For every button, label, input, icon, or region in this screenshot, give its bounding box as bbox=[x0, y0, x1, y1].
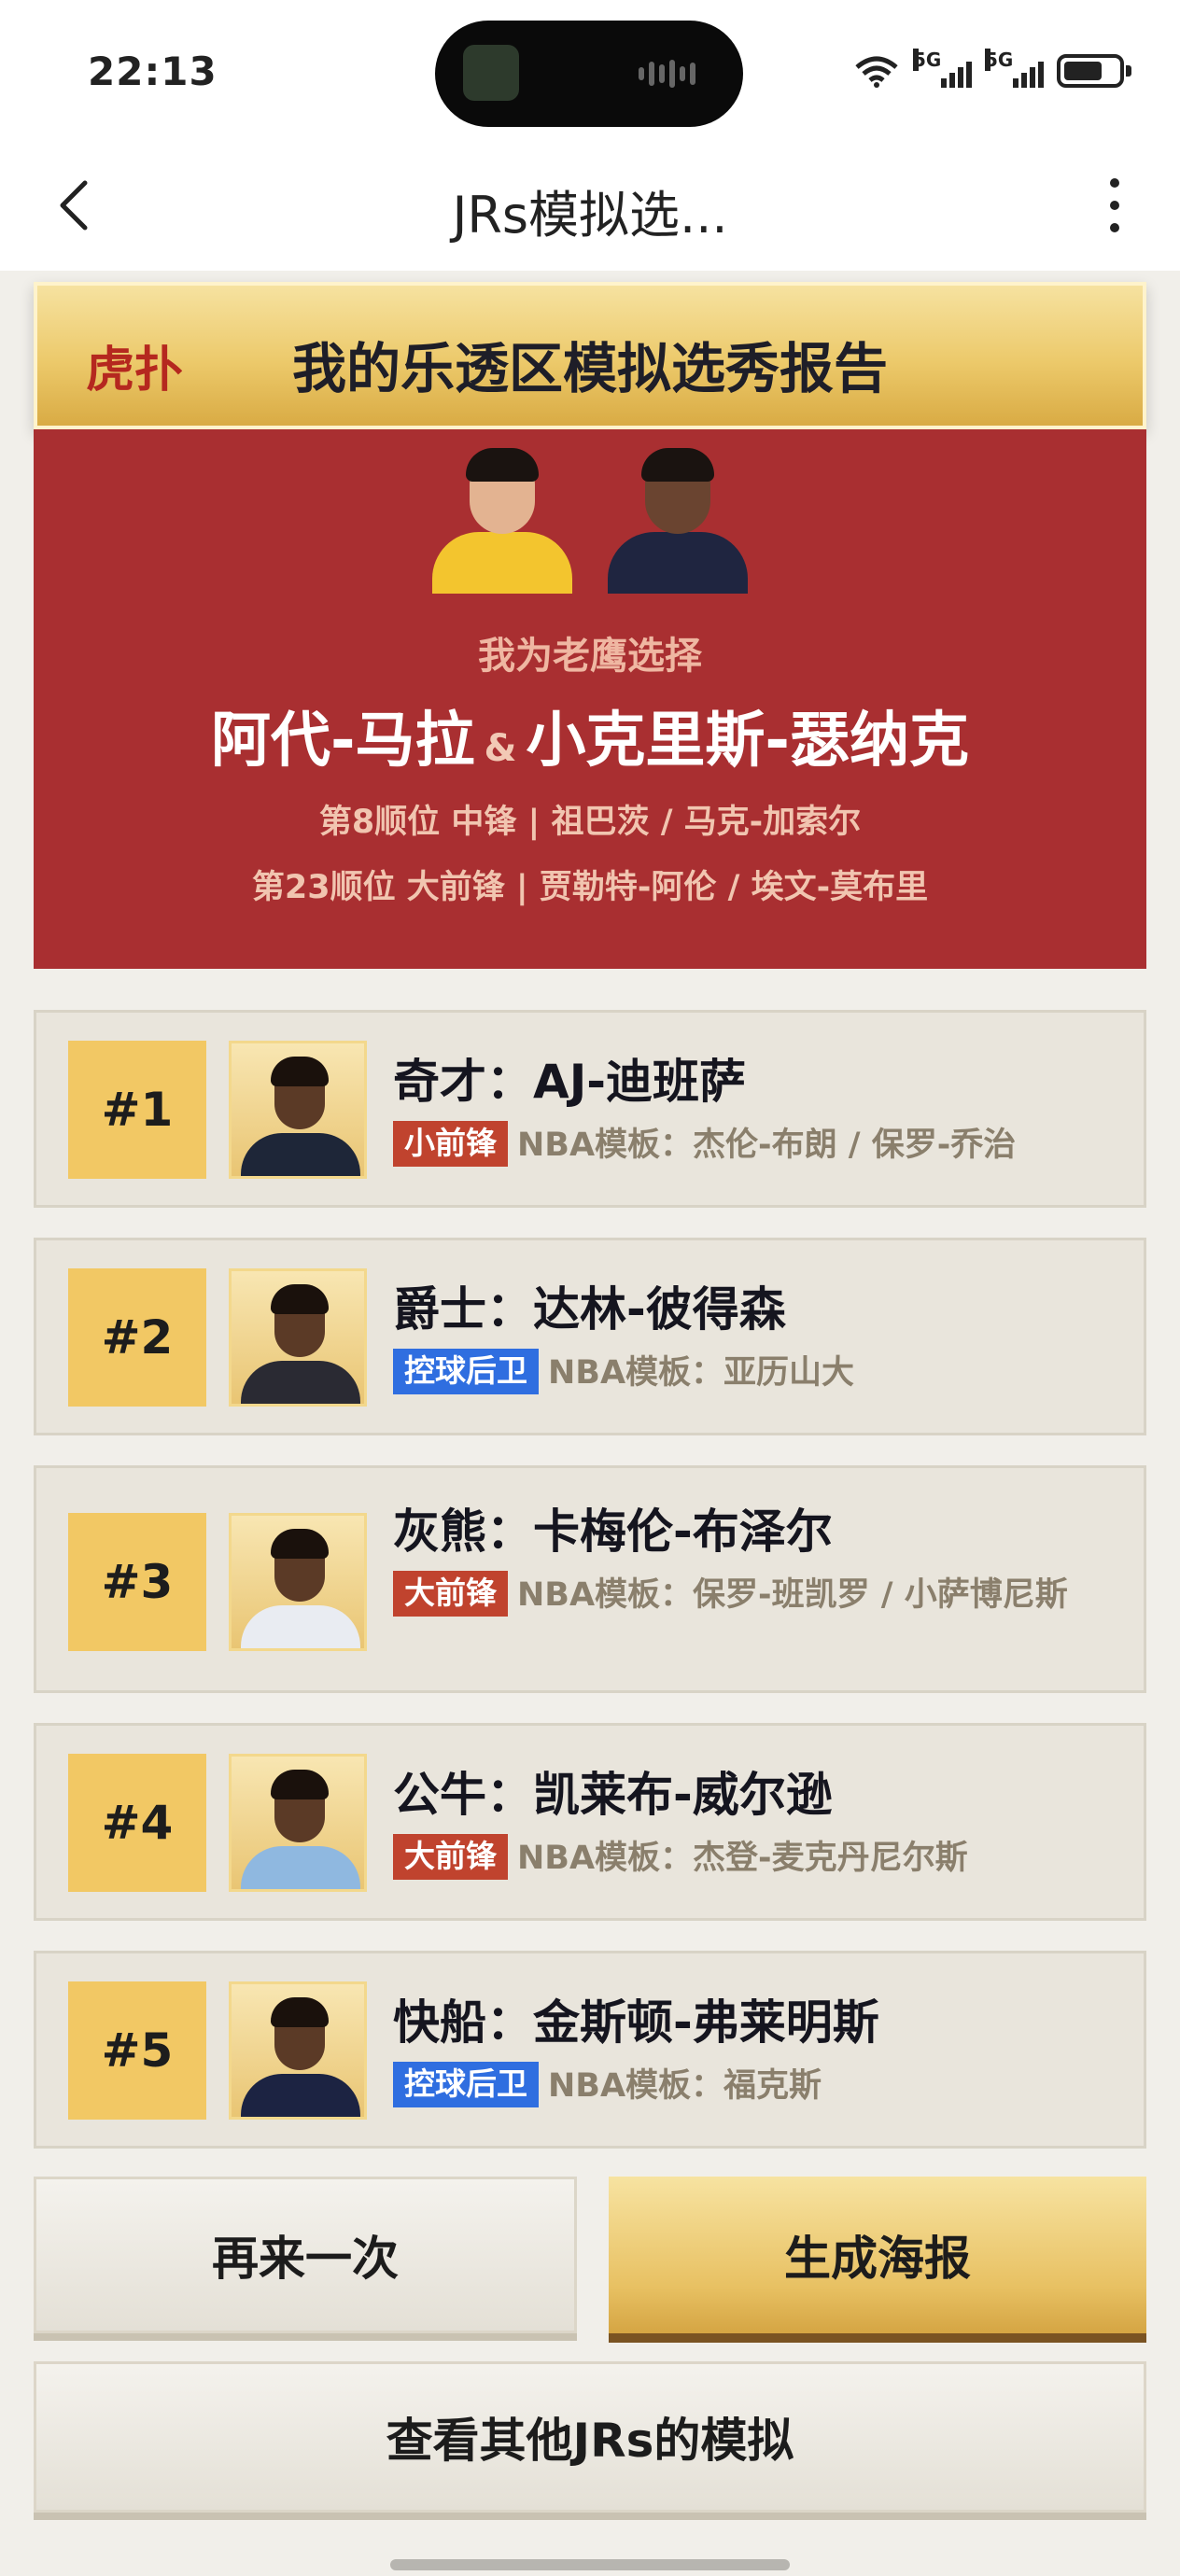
page-title: JRs模拟选... bbox=[452, 186, 728, 245]
pick-meta: 控球后卫 NBA模板：福克斯 bbox=[393, 2062, 1121, 2108]
rank-badge: #2 bbox=[68, 1268, 206, 1407]
picked-player-2: 小克里斯-瑟纳克 bbox=[526, 707, 969, 776]
picked-player-1: 阿代-马拉 bbox=[210, 707, 475, 776]
player-photo bbox=[229, 1268, 367, 1407]
nba-template: NBA模板：福克斯 bbox=[548, 2067, 822, 2105]
pick-info: 快船：金斯顿-弗莱明斯 控球后卫 NBA模板：福克斯 bbox=[393, 1995, 1121, 2108]
signal-5g-1-icon: 5G bbox=[913, 49, 972, 88]
more-options-button[interactable] bbox=[1087, 168, 1143, 243]
pick-detail-1: 第8顺位 中锋 | 祖巴茨 / 马克-加索尔 bbox=[318, 804, 862, 841]
battery-icon bbox=[1057, 54, 1131, 88]
pick-subtitle: 我为老鹰选择 bbox=[478, 635, 702, 678]
position-tag: 大前锋 bbox=[393, 1834, 508, 1880]
player-photo bbox=[229, 1754, 367, 1892]
pick-headshots bbox=[34, 446, 1146, 594]
view-others-button[interactable]: 查看其他JRs的模拟 bbox=[34, 2361, 1146, 2513]
position-tag: 控球后卫 bbox=[393, 1349, 539, 1394]
pick-meta: 控球后卫 NBA模板：亚历山大 bbox=[393, 1349, 1121, 1395]
pick-card-5[interactable]: #5 快船：金斯顿-弗莱明斯 控球后卫 NBA模板：福克斯 bbox=[34, 1951, 1146, 2149]
pick-info: 奇才：AJ-迪班萨 小前锋 NBA模板：杰伦-布朗 / 保罗-乔治 bbox=[393, 1054, 1121, 1168]
ampersand: & bbox=[484, 727, 517, 770]
report-banner: 虎扑 我的乐透区模拟选秀报告 bbox=[34, 282, 1146, 429]
position-tag: 控球后卫 bbox=[393, 2062, 539, 2107]
rank-badge: #3 bbox=[68, 1513, 206, 1651]
player-photo bbox=[229, 1041, 367, 1179]
player-headshot bbox=[427, 446, 578, 594]
player-photo bbox=[229, 1981, 367, 2120]
picked-players: 阿代-马拉 & 小克里斯-瑟纳克 bbox=[34, 693, 1146, 778]
pick-detail-2: 第23顺位 大前锋 | 贾勒特-阿伦 / 埃文-莫布里 bbox=[251, 869, 929, 906]
pick-card-1[interactable]: #1 奇才：AJ-迪班萨 小前锋 NBA模板：杰伦-布朗 / 保罗-乔治 bbox=[34, 1010, 1146, 1208]
player-headshot bbox=[602, 446, 753, 594]
home-indicator[interactable] bbox=[390, 2559, 790, 2570]
camera-icon bbox=[463, 45, 519, 101]
pick-card-2[interactable]: #2 爵士：达林-彼得森 控球后卫 NBA模板：亚历山大 bbox=[34, 1238, 1146, 1435]
nba-template: NBA模板：杰登-麦克丹尼尔斯 bbox=[517, 1840, 968, 1877]
status-bar: 22:13 5G 5G bbox=[0, 0, 1180, 140]
pick-meta: 小前锋 NBA模板：杰伦-布朗 / 保罗-乔治 bbox=[393, 1121, 1121, 1168]
nba-template: NBA模板：杰伦-布朗 / 保罗-乔治 bbox=[517, 1127, 1017, 1164]
dynamic-island bbox=[435, 21, 743, 127]
pick-meta: 大前锋 NBA模板：保罗-班凯罗 / 小萨博尼斯 bbox=[393, 1571, 1121, 1617]
signal-5g-2-icon: 5G bbox=[985, 49, 1044, 88]
audio-wave-icon bbox=[639, 58, 704, 90]
report-title: 我的乐透区模拟选秀报告 bbox=[291, 337, 888, 400]
pick-card-3[interactable]: #3 灰熊：卡梅伦-布泽尔 大前锋 NBA模板：保罗-班凯罗 / 小萨博尼斯 bbox=[34, 1465, 1146, 1693]
clock: 22:13 bbox=[88, 49, 218, 94]
player-name: 公牛：凯莱布-威尔逊 bbox=[393, 1768, 833, 1822]
player-name: 快船：金斯顿-弗莱明斯 bbox=[393, 1995, 879, 2050]
player-photo bbox=[229, 1513, 367, 1651]
system-icons: 5G 5G bbox=[853, 49, 1131, 93]
pick-info: 爵士：达林-彼得森 控球后卫 NBA模板：亚历山大 bbox=[393, 1281, 1121, 1395]
rank-badge: #4 bbox=[68, 1754, 206, 1892]
pick-meta: 大前锋 NBA模板：杰登-麦克丹尼尔斯 bbox=[393, 1834, 1121, 1881]
player-name: 灰熊：卡梅伦-布泽尔 bbox=[393, 1505, 833, 1559]
position-tag: 小前锋 bbox=[393, 1121, 508, 1167]
nav-bar: JRs模拟选... bbox=[0, 140, 1180, 271]
player-name: 爵士：达林-彼得森 bbox=[393, 1282, 786, 1337]
generate-poster-button[interactable]: 生成海报 bbox=[609, 2177, 1146, 2333]
retry-button[interactable]: 再来一次 bbox=[34, 2177, 577, 2333]
rank-badge: #5 bbox=[68, 1981, 206, 2120]
pick-card-4[interactable]: #4 公牛：凯莱布-威尔逊 大前锋 NBA模板：杰登-麦克丹尼尔斯 bbox=[34, 1723, 1146, 1921]
wifi-icon bbox=[855, 56, 898, 88]
my-pick-card: 我为老鹰选择 阿代-马拉 & 小克里斯-瑟纳克 第8顺位 中锋 | 祖巴茨 / 马克… bbox=[34, 429, 1146, 969]
player-name: 奇才：AJ-迪班萨 bbox=[393, 1055, 747, 1109]
nba-template: NBA模板：亚历山大 bbox=[548, 1354, 855, 1392]
pick-info: 灰熊：卡梅伦-布泽尔 大前锋 NBA模板：保罗-班凯罗 / 小萨博尼斯 bbox=[393, 1504, 1121, 1617]
rank-badge: #1 bbox=[68, 1041, 206, 1179]
pick-info: 公牛：凯莱布-威尔逊 大前锋 NBA模板：杰登-麦克丹尼尔斯 bbox=[393, 1767, 1121, 1881]
nba-template: NBA模板：保罗-班凯罗 / 小萨博尼斯 bbox=[517, 1576, 1068, 1614]
position-tag: 大前锋 bbox=[393, 1571, 508, 1617]
